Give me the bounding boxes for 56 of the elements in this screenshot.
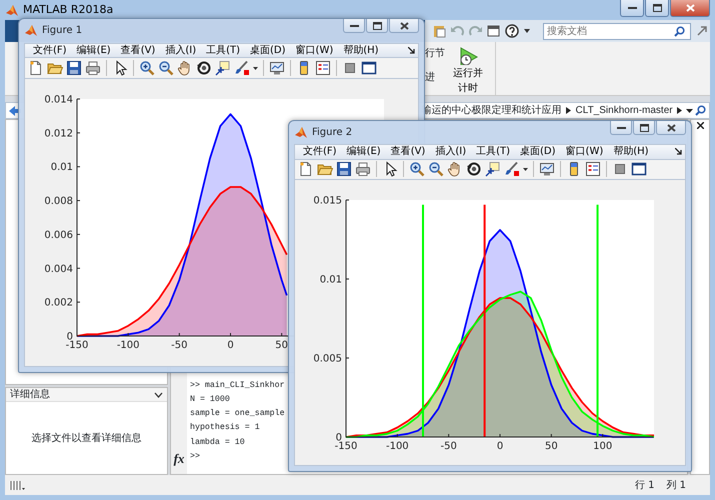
command-output-line: >> main_CLI_Sinkhor	[190, 380, 285, 392]
advance-label[interactable]: 进	[425, 70, 445, 85]
tick-label: 0.015	[313, 196, 342, 206]
command-output-line: lambda = 10	[190, 436, 245, 449]
tick-label: 100	[593, 441, 612, 452]
tick-label: 0	[496, 441, 504, 452]
tick-label: 0.005	[313, 354, 342, 364]
tick-label: 0.014	[44, 94, 73, 106]
command-output-line: N = 1000	[190, 394, 230, 406]
menu-item[interactable]: 编辑(E)	[72, 44, 115, 57]
menu-item[interactable]: 桌面(D)	[246, 44, 290, 57]
column-indicator: 列 1	[666, 478, 686, 492]
tick-label: 0.008	[44, 196, 73, 208]
details-message: 选择文件以查看详细信息	[32, 432, 142, 446]
menu-item[interactable]: 窗口(W)	[562, 145, 608, 158]
menu-item[interactable]: 帮助(H)	[339, 44, 383, 57]
tick-label: 0.006	[44, 230, 73, 241]
menu-item[interactable]: 工具(T)	[472, 145, 514, 158]
figure-title: Figure 1	[42, 24, 82, 38]
run-and-time-button[interactable]: 运行并 计时	[451, 46, 485, 95]
menu-item[interactable]: 窗口(W)	[292, 44, 338, 57]
menu-item[interactable]: 查看(V)	[116, 44, 160, 57]
line-indicator: 行 1	[634, 478, 654, 492]
function-browser-button[interactable]: fx	[174, 452, 184, 465]
menu-item[interactable]: 查看(V)	[386, 145, 430, 158]
run-section-label[interactable]: 行节	[425, 46, 445, 61]
tick-label: 0	[227, 340, 234, 352]
tick-label: 0.004	[44, 264, 73, 275]
tick-label: 0.002	[44, 298, 73, 309]
tick-label: -50	[440, 441, 457, 452]
menu-item[interactable]: 插入(I)	[161, 44, 200, 57]
menu-item[interactable]: 文件(F)	[29, 44, 71, 57]
tick-label: 0.01	[320, 274, 342, 286]
tick-label: 0.01	[50, 162, 73, 174]
menu-item[interactable]: 文件(F)	[299, 145, 341, 158]
menu-item[interactable]: 桌面(D)	[516, 145, 560, 158]
menu-item[interactable]: 插入(I)	[431, 145, 470, 158]
window-title: MATLAB R2018a	[23, 2, 114, 18]
tick-label: -150	[66, 340, 88, 352]
tick-label: 50	[544, 441, 558, 452]
tick-label: -150	[334, 441, 358, 452]
menu-item[interactable]: 工具(T)	[202, 44, 244, 57]
tick-label: 0.012	[44, 128, 73, 140]
path-segment[interactable]: CLT_Sinkhorn-master	[576, 103, 673, 118]
tick-label: -50	[171, 340, 188, 352]
tick-label: -100	[116, 340, 140, 352]
command-output-line: hypothesis = 1	[190, 422, 260, 434]
command-output-line: sample = one_sample	[190, 408, 285, 420]
command-prompt[interactable]: >>	[190, 450, 200, 464]
figure-title: Figure 2	[312, 126, 352, 140]
menu-item[interactable]: 帮助(H)	[609, 145, 653, 158]
menu-item[interactable]: 编辑(E)	[342, 145, 385, 158]
tick-label: 50	[275, 340, 288, 352]
panel-title: 详细信息	[10, 388, 50, 402]
tick-label: -100	[386, 441, 409, 452]
search-field[interactable]: 搜索文档	[543, 22, 691, 40]
